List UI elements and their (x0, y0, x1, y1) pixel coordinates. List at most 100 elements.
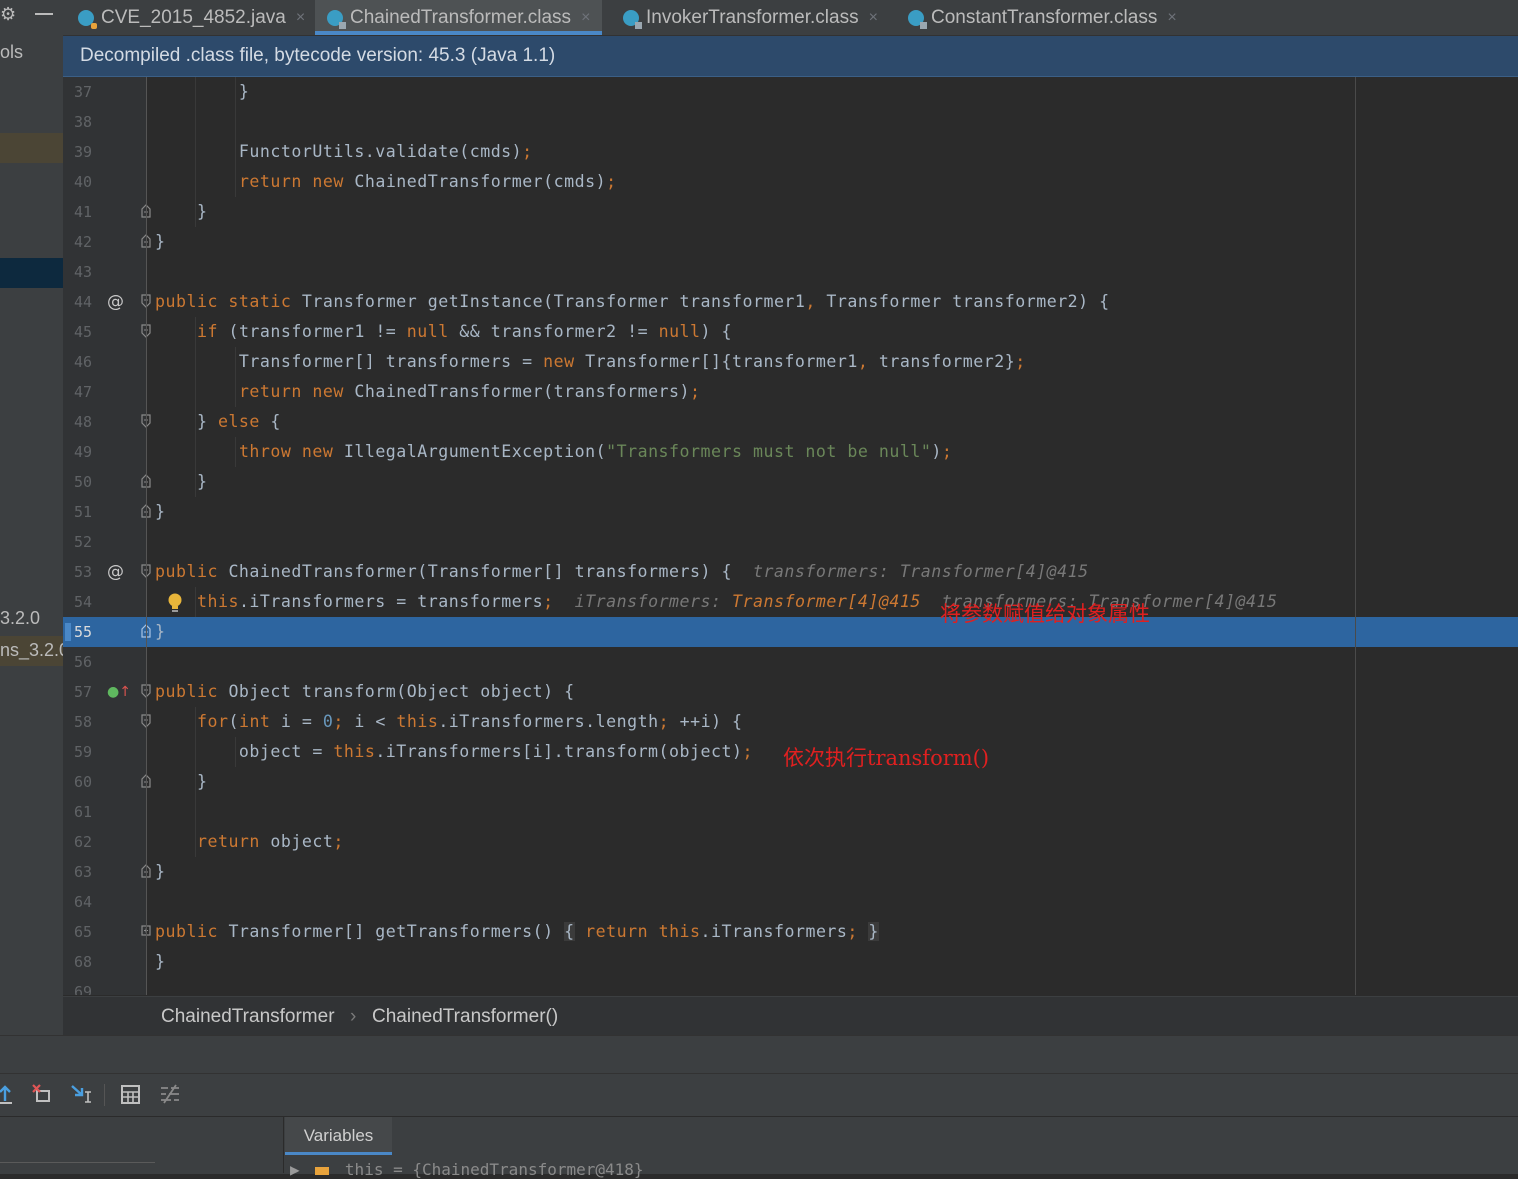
line-number: 65 (73, 923, 92, 941)
code-line[interactable]: 47 return new ChainedTransformer(transfo… (63, 377, 1518, 407)
line-number: 46 (73, 353, 92, 371)
current-execution-line[interactable]: 55 } (63, 617, 1518, 647)
code-line[interactable]: 65 public Transformer[] getTransformers(… (63, 917, 1518, 947)
code-text: } else { (155, 412, 281, 431)
code-line[interactable]: 53 @ public ChainedTransformer(Transform… (63, 557, 1518, 587)
tab-constant-transformer[interactable]: ConstantTransformer.class × (908, 0, 1177, 35)
trace-icon[interactable] (160, 1083, 180, 1110)
code-line[interactable]: 64 (63, 887, 1518, 917)
code-line[interactable]: 51 } (63, 497, 1518, 527)
line-number: 62 (73, 833, 92, 851)
code-line[interactable]: 46 Transformer[] transformers = new Tran… (63, 347, 1518, 377)
code-text: return object; (196, 832, 344, 851)
line-number: 52 (73, 533, 92, 551)
code-line[interactable]: 68 } (63, 947, 1518, 977)
code-text: public Transformer[] getTransformers() {… (155, 922, 879, 941)
code-text: if (transformer1 != null && transformer2… (196, 322, 733, 341)
code-line[interactable]: 58 for(int i = 0; i < this.iTransformers… (63, 707, 1518, 737)
minimize-icon[interactable] (35, 13, 53, 15)
code-text: throw new IllegalArgumentException("Tran… (238, 442, 953, 461)
code-line[interactable]: 49 throw new IllegalArgumentException("T… (63, 437, 1518, 467)
debug-toolbar (0, 1073, 1518, 1116)
drop-frame-icon[interactable] (32, 1083, 54, 1110)
line-number: 55 (73, 623, 92, 641)
close-icon[interactable]: × (296, 9, 305, 27)
code-line[interactable]: 41 } (63, 197, 1518, 227)
step-out-icon[interactable] (0, 1083, 14, 1110)
code-line[interactable]: 69 (63, 977, 1518, 995)
override-at-icon[interactable]: @ (107, 291, 124, 313)
line-number: 61 (73, 803, 92, 821)
code-text: return new ChainedTransformer(transforme… (238, 382, 701, 401)
code-text: } (155, 232, 166, 251)
code-text: } (155, 622, 166, 641)
code-line[interactable]: 44 @ public static Transformer getInstan… (63, 287, 1518, 317)
indent-guide (195, 707, 196, 857)
code-editor[interactable]: 37 } 38 39 FunctorUtils.validate(cmds); … (63, 77, 1518, 995)
code-line[interactable]: 57 ●↑ public Object transform(Object obj… (63, 677, 1518, 707)
indent-guide (195, 77, 196, 227)
close-icon[interactable]: × (869, 9, 878, 27)
evaluate-expression-icon[interactable] (121, 1083, 141, 1110)
breadcrumb-separator: › (350, 1006, 357, 1027)
gear-icon[interactable]: ⚙ (0, 4, 16, 25)
gutter-separator (146, 77, 147, 995)
class-file-icon (623, 9, 642, 29)
close-icon[interactable]: × (581, 9, 590, 27)
variable-text: this = {ChainedTransformer@418} (344, 1160, 644, 1179)
project-label-version[interactable]: 3.2.0 (0, 608, 40, 629)
code-line[interactable]: 43 (63, 257, 1518, 287)
run-to-cursor-icon[interactable] (70, 1083, 94, 1110)
line-number: 40 (73, 173, 92, 191)
breadcrumb: ChainedTransformer › ChainedTransformer(… (63, 996, 1518, 1036)
code-line[interactable]: 38 (63, 107, 1518, 137)
implements-method-icon[interactable]: ●↑ (107, 681, 131, 703)
line-number: 38 (73, 113, 92, 131)
project-selected-row-2[interactable] (0, 258, 63, 288)
tab-variables[interactable]: Variables (285, 1117, 392, 1155)
code-text: } (155, 952, 166, 971)
annotation-transform-loop: 依次执行transform() (783, 746, 990, 770)
line-number: 63 (73, 863, 92, 881)
breadcrumb-method[interactable]: ChainedTransformer() (372, 997, 558, 1036)
class-file-icon (327, 9, 346, 29)
active-tab-indicator (315, 31, 603, 35)
tab-label: CVE_2015_4852.java (101, 6, 286, 28)
expand-arrow-icon[interactable]: ▶ (290, 1160, 300, 1179)
breadcrumb-class[interactable]: ChainedTransformer (161, 997, 335, 1036)
code-line[interactable]: 50 } (63, 467, 1518, 497)
tab-chained-transformer[interactable]: ChainedTransformer.class × (315, 0, 603, 35)
tab-cve-java[interactable]: CVE_2015_4852.java × (78, 0, 305, 35)
code-text: public static Transformer getInstance(Tr… (155, 292, 1110, 311)
indent-guide (235, 437, 236, 467)
override-at-icon[interactable]: @ (107, 561, 124, 583)
line-number: 37 (73, 83, 92, 101)
code-line[interactable]: 40 return new ChainedTransformer(cmds); (63, 167, 1518, 197)
code-line[interactable]: 45 if (transformer1 != null && transform… (63, 317, 1518, 347)
code-line[interactable]: 54 this.iTransformers = transformers; iT… (63, 587, 1518, 617)
code-line[interactable]: 42 } (63, 227, 1518, 257)
code-text: Transformer[] transformers = new Transfo… (155, 352, 1026, 371)
line-number: 43 (73, 263, 92, 281)
project-selected-row[interactable] (0, 133, 63, 163)
line-number: 56 (73, 653, 92, 671)
code-line[interactable]: 48 } else { (63, 407, 1518, 437)
code-text: } (155, 772, 208, 791)
project-label-version-2[interactable]: ns_3.2.0 (0, 640, 63, 661)
indent-guide (235, 77, 236, 197)
code-line[interactable]: 39 FunctorUtils.validate(cmds); (63, 137, 1518, 167)
tab-invoker-transformer[interactable]: InvokerTransformer.class × (623, 0, 878, 35)
variable-row[interactable]: ▶ this = {ChainedTransformer@418} (290, 1160, 644, 1179)
code-line[interactable]: 37 } (63, 77, 1518, 107)
code-line[interactable]: 63 } (63, 857, 1518, 887)
code-line[interactable]: 52 (63, 527, 1518, 557)
code-line[interactable]: 56 (63, 647, 1518, 677)
code-line[interactable]: 62 return object; (63, 827, 1518, 857)
toolbar-separator (104, 1084, 105, 1106)
code-text: } (155, 472, 208, 491)
line-number: 49 (73, 443, 92, 461)
close-icon[interactable]: × (1167, 9, 1176, 27)
inline-debug-name: iTransformers: (574, 592, 732, 611)
code-line[interactable]: 61 (63, 797, 1518, 827)
panel-splitter[interactable] (283, 1116, 284, 1173)
